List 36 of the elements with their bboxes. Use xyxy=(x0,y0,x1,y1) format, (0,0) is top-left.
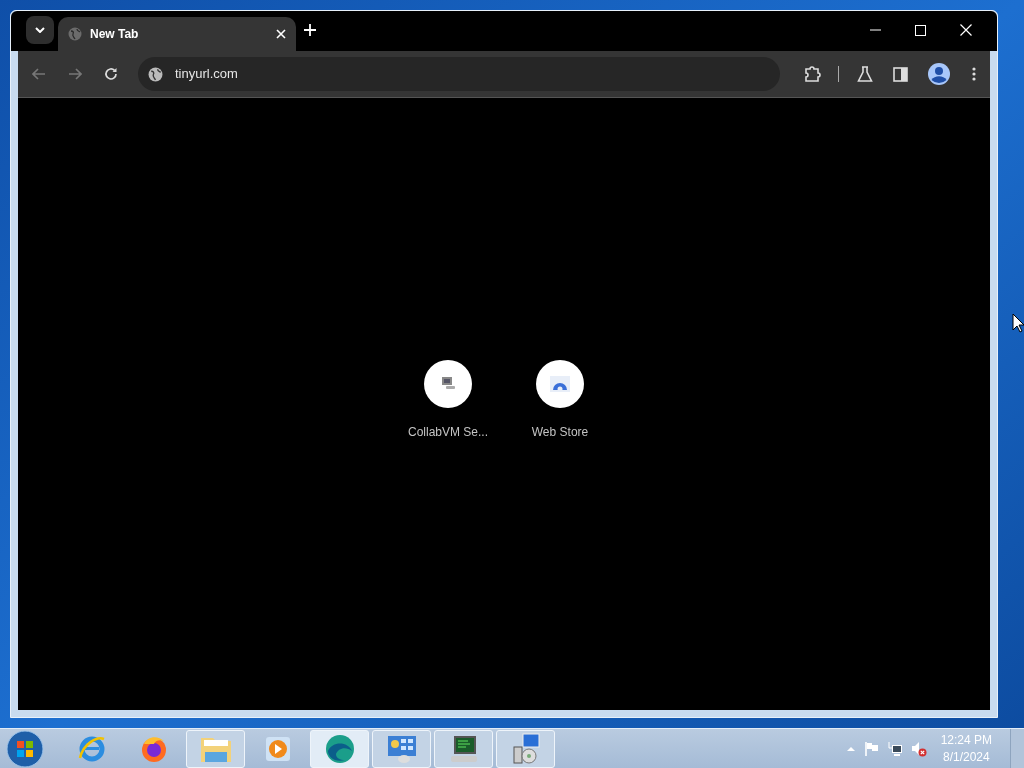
taskbar-button[interactable] xyxy=(310,729,369,768)
forward-icon[interactable] xyxy=(68,68,82,80)
tab-search-button[interactable] xyxy=(26,16,54,44)
taskbar-button[interactable] xyxy=(496,729,555,768)
cursor-icon xyxy=(1012,313,1024,333)
side-panel-icon[interactable] xyxy=(893,66,908,82)
shortcut-label[interactable]: Web Store xyxy=(531,423,589,441)
tab-title: New Tab xyxy=(90,26,140,43)
back-icon[interactable] xyxy=(32,68,46,80)
close-icon[interactable] xyxy=(276,29,286,39)
shortcut-label[interactable]: CollabVM Se... xyxy=(408,423,489,441)
store-icon xyxy=(550,376,570,392)
maximize-icon[interactable] xyxy=(915,24,926,36)
network-icon[interactable] xyxy=(886,741,903,756)
globe-icon xyxy=(68,27,82,41)
profile-icon[interactable] xyxy=(928,63,950,85)
address-bar[interactable]: tinyurl.com xyxy=(138,57,780,91)
control-panel-icon xyxy=(385,733,418,764)
caret-icon xyxy=(35,27,45,33)
new-tab-icon[interactable] xyxy=(304,24,316,36)
address-text: tinyurl.com xyxy=(175,65,238,84)
play-icon xyxy=(263,734,292,763)
flask-icon[interactable] xyxy=(857,66,873,82)
globe-icon xyxy=(148,66,163,82)
reload-icon[interactable] xyxy=(104,67,118,81)
muted-speaker-icon[interactable] xyxy=(910,740,927,757)
start-button[interactable] xyxy=(6,729,44,768)
menu-icon[interactable] xyxy=(972,67,976,81)
wave-logo-icon xyxy=(323,732,356,765)
puzzle-icon[interactable] xyxy=(804,65,822,83)
browser-tab[interactable]: New Tab xyxy=(58,17,296,51)
shortcut-tile[interactable] xyxy=(424,360,472,408)
shortcut-tile[interactable] xyxy=(536,360,584,408)
taskbar-button[interactable] xyxy=(434,729,493,768)
taskbar-button[interactable] xyxy=(372,729,431,768)
close-icon[interactable] xyxy=(960,24,972,36)
